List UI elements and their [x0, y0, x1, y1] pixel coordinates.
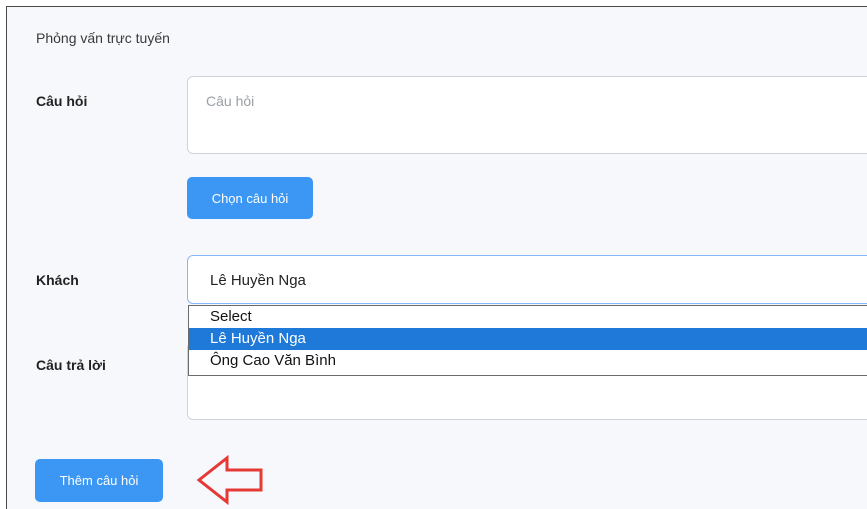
question-placeholder: Câu hỏi	[206, 93, 254, 109]
section-title: Phỏng vấn trực tuyến	[36, 30, 170, 46]
question-label: Câu hỏi	[36, 93, 87, 109]
guest-select[interactable]: Lê Huyền Nga	[187, 255, 867, 304]
guest-label: Khách	[36, 272, 79, 288]
guest-option-le-huyen-nga[interactable]: Lê Huyền Nga	[189, 328, 867, 350]
question-textarea[interactable]: Câu hỏi	[187, 76, 867, 154]
left-arrow-icon	[197, 454, 265, 506]
add-question-button[interactable]: Thêm câu hỏi	[35, 459, 163, 502]
guest-dropdown-list: Select Lê Huyền Nga Ông Cao Văn Bình	[188, 305, 867, 376]
guest-option-select[interactable]: Select	[189, 306, 867, 328]
guest-select-value: Lê Huyền Nga	[210, 272, 306, 289]
choose-question-button[interactable]: Chọn câu hỏi	[187, 177, 313, 219]
guest-option-ong-cao-van-binh[interactable]: Ông Cao Văn Bình	[189, 350, 867, 372]
answer-label: Câu trả lời	[36, 357, 106, 373]
interview-form-panel: Phỏng vấn trực tuyến Câu hỏi Câu hỏi Chọ…	[6, 6, 867, 509]
